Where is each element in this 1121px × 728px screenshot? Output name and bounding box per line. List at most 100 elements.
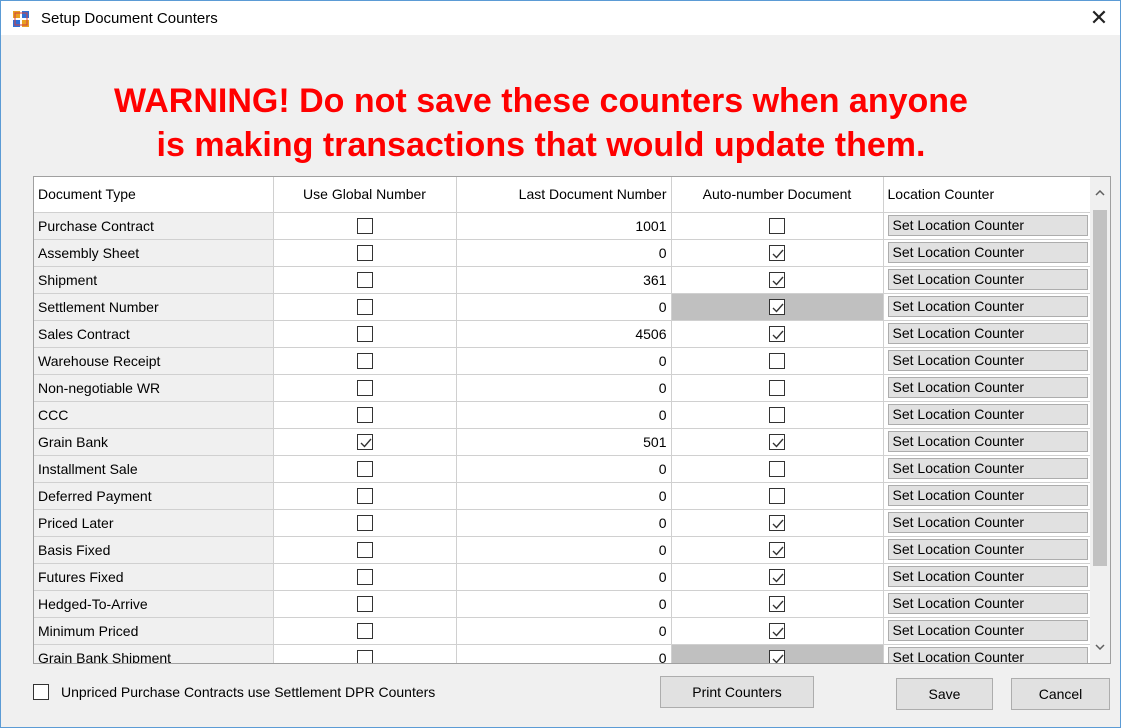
use-global-number-checkbox[interactable] bbox=[356, 272, 373, 289]
use-global-number-checkbox[interactable] bbox=[356, 596, 373, 613]
auto-number-document-cell bbox=[671, 428, 884, 456]
print-counters-button[interactable]: Print Counters bbox=[660, 676, 814, 708]
set-location-counter-button[interactable]: Set Location Counter bbox=[887, 404, 1088, 425]
set-location-counter-button[interactable]: Set Location Counter bbox=[887, 485, 1088, 506]
auto-number-document-checkbox[interactable] bbox=[769, 272, 785, 289]
location-counter-cell: Set Location Counter bbox=[883, 590, 1093, 618]
last-document-number-cell[interactable]: 0 bbox=[456, 509, 672, 537]
last-document-number-cell[interactable]: 0 bbox=[456, 347, 672, 375]
location-counter-cell: Set Location Counter bbox=[883, 482, 1093, 510]
use-global-number-checkbox[interactable] bbox=[356, 488, 373, 505]
use-global-number-checkbox[interactable] bbox=[356, 623, 373, 640]
last-document-number-cell[interactable]: 0 bbox=[456, 374, 672, 402]
last-document-number-cell[interactable]: 361 bbox=[456, 266, 672, 294]
cancel-button[interactable]: Cancel bbox=[1011, 678, 1110, 710]
column-header-auto-number-document[interactable]: Auto-number Document bbox=[671, 177, 884, 213]
last-document-number-cell[interactable]: 4506 bbox=[456, 320, 672, 348]
unpriced-settlement-dpr-option[interactable]: Unpriced Purchase Contracts use Settleme… bbox=[33, 684, 435, 700]
last-document-number-cell[interactable]: 0 bbox=[456, 563, 672, 591]
save-button[interactable]: Save bbox=[896, 678, 993, 710]
auto-number-document-checkbox[interactable] bbox=[769, 407, 785, 424]
auto-number-document-checkbox[interactable] bbox=[769, 380, 785, 397]
last-document-number-cell[interactable]: 0 bbox=[456, 617, 672, 645]
use-global-number-checkbox[interactable] bbox=[356, 650, 373, 663]
set-location-counter-button[interactable]: Set Location Counter bbox=[887, 593, 1088, 614]
use-global-number-checkbox[interactable] bbox=[356, 434, 373, 451]
use-global-number-checkbox[interactable] bbox=[356, 380, 373, 397]
location-counter-cell: Set Location Counter bbox=[883, 509, 1093, 537]
use-global-number-checkbox[interactable] bbox=[356, 245, 373, 262]
location-counter-cell: Set Location Counter bbox=[883, 374, 1093, 402]
set-location-counter-button[interactable]: Set Location Counter bbox=[887, 566, 1088, 587]
auto-number-document-checkbox[interactable] bbox=[769, 245, 785, 262]
last-document-number-cell[interactable]: 0 bbox=[456, 590, 672, 618]
set-location-counter-button[interactable]: Set Location Counter bbox=[887, 350, 1088, 371]
use-global-number-checkbox[interactable] bbox=[356, 569, 373, 586]
last-document-number-cell[interactable]: 0 bbox=[456, 644, 672, 663]
last-document-number-cell[interactable]: 0 bbox=[456, 239, 672, 267]
auto-number-document-checkbox[interactable] bbox=[769, 569, 785, 586]
set-location-counter-button[interactable]: Set Location Counter bbox=[887, 512, 1088, 533]
scroll-up-icon[interactable] bbox=[1090, 183, 1110, 203]
column-header-last-document-number[interactable]: Last Document Number bbox=[456, 177, 672, 213]
use-global-number-checkbox[interactable] bbox=[356, 326, 373, 343]
auto-number-document-checkbox[interactable] bbox=[769, 515, 785, 532]
auto-number-document-checkbox[interactable] bbox=[769, 650, 785, 663]
auto-number-document-checkbox[interactable] bbox=[769, 542, 785, 559]
use-global-number-checkbox[interactable] bbox=[356, 299, 373, 316]
use-global-number-checkbox[interactable] bbox=[356, 461, 373, 478]
scroll-down-icon[interactable] bbox=[1090, 637, 1110, 657]
use-global-number-checkbox[interactable] bbox=[356, 515, 373, 532]
close-button[interactable]: ✕ bbox=[1078, 1, 1120, 35]
warning-line-2: is making transactions that would update… bbox=[156, 126, 926, 164]
table-row: Installment Sale 0 Set Location Counter bbox=[34, 455, 1093, 483]
set-location-counter-button[interactable]: Set Location Counter bbox=[887, 242, 1088, 263]
last-document-number-cell[interactable]: 0 bbox=[456, 293, 672, 321]
last-document-number-cell[interactable]: 501 bbox=[456, 428, 672, 456]
location-counter-cell: Set Location Counter bbox=[883, 266, 1093, 294]
location-counter-cell: Set Location Counter bbox=[883, 320, 1093, 348]
use-global-number-checkbox[interactable] bbox=[356, 218, 373, 235]
setup-document-counters-dialog: Setup Document Counters ✕ WARNING! Do no… bbox=[0, 0, 1121, 728]
last-document-number-cell[interactable]: 0 bbox=[456, 401, 672, 429]
use-global-number-checkbox[interactable] bbox=[356, 353, 373, 370]
auto-number-document-checkbox[interactable] bbox=[769, 326, 785, 343]
auto-number-document-checkbox[interactable] bbox=[769, 596, 785, 613]
vertical-scrollbar[interactable] bbox=[1090, 177, 1110, 663]
document-type-cell: Assembly Sheet bbox=[34, 239, 274, 267]
set-location-counter-button[interactable]: Set Location Counter bbox=[887, 539, 1088, 560]
auto-number-document-checkbox[interactable] bbox=[769, 623, 785, 640]
table-row: Non-negotiable WR 0 Set Location Counter bbox=[34, 374, 1093, 402]
scrollbar-thumb[interactable] bbox=[1093, 210, 1107, 566]
set-location-counter-button[interactable]: Set Location Counter bbox=[887, 269, 1088, 290]
set-location-counter-button[interactable]: Set Location Counter bbox=[887, 620, 1088, 641]
use-global-number-checkbox[interactable] bbox=[356, 542, 373, 559]
auto-number-document-checkbox[interactable] bbox=[769, 218, 785, 235]
last-document-number-cell[interactable]: 0 bbox=[456, 482, 672, 510]
last-document-number-cell[interactable]: 1001 bbox=[456, 212, 672, 240]
auto-number-document-checkbox[interactable] bbox=[769, 299, 785, 316]
column-header-document-type[interactable]: Document Type bbox=[34, 177, 274, 213]
use-global-number-checkbox[interactable] bbox=[356, 407, 373, 424]
unpriced-settlement-dpr-checkbox[interactable] bbox=[33, 684, 49, 700]
column-header-use-global-number[interactable]: Use Global Number bbox=[273, 177, 457, 213]
auto-number-document-cell bbox=[671, 644, 884, 663]
set-location-counter-button[interactable]: Set Location Counter bbox=[887, 647, 1088, 663]
set-location-counter-button[interactable]: Set Location Counter bbox=[887, 296, 1088, 317]
set-location-counter-button[interactable]: Set Location Counter bbox=[887, 431, 1088, 452]
last-document-number-cell[interactable]: 0 bbox=[456, 455, 672, 483]
auto-number-document-checkbox[interactable] bbox=[769, 488, 785, 505]
set-location-counter-button[interactable]: Set Location Counter bbox=[887, 377, 1088, 398]
auto-number-document-checkbox[interactable] bbox=[769, 461, 785, 478]
last-document-number-cell[interactable]: 0 bbox=[456, 536, 672, 564]
use-global-number-cell bbox=[273, 482, 457, 510]
location-counter-cell: Set Location Counter bbox=[883, 212, 1093, 240]
set-location-counter-button[interactable]: Set Location Counter bbox=[887, 215, 1088, 236]
document-type-cell: Settlement Number bbox=[34, 293, 274, 321]
column-header-location-counter[interactable]: Location Counter bbox=[883, 177, 1093, 213]
auto-number-document-checkbox[interactable] bbox=[769, 434, 785, 451]
location-counter-cell: Set Location Counter bbox=[883, 536, 1093, 564]
set-location-counter-button[interactable]: Set Location Counter bbox=[887, 458, 1088, 479]
auto-number-document-checkbox[interactable] bbox=[769, 353, 785, 370]
set-location-counter-button[interactable]: Set Location Counter bbox=[887, 323, 1088, 344]
